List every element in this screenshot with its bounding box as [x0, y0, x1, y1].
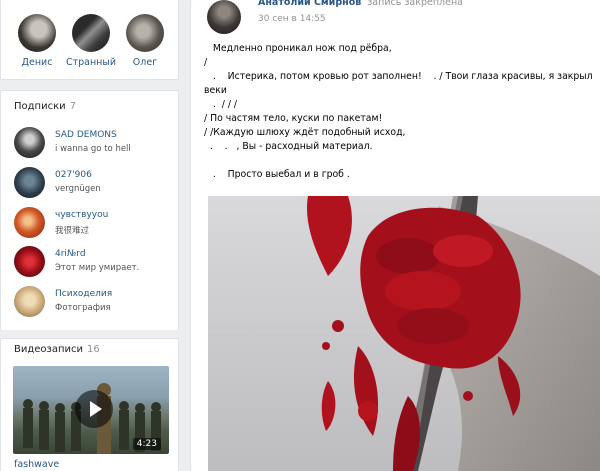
avatar[interactable] [14, 167, 45, 198]
subscription-name[interactable]: SAD DEMONS [55, 130, 117, 140]
post-image[interactable] [208, 196, 600, 471]
avatar[interactable] [14, 246, 45, 277]
subscription-status: vergnügen [55, 184, 101, 194]
subscriptions-header[interactable]: Подписки 7 [14, 101, 76, 112]
avatar[interactable] [14, 207, 45, 238]
post-text-line: веки [204, 85, 227, 96]
subscription-item[interactable]: чувствуyou 我很难过 [14, 207, 174, 239]
play-icon[interactable] [75, 390, 113, 428]
post-author-line: Анатолий Смирнов запись закреплена [258, 0, 463, 8]
friend-name[interactable]: Олег [119, 57, 171, 68]
videos-count: 16 [87, 344, 100, 355]
avatar[interactable] [126, 14, 164, 52]
avatar[interactable] [207, 0, 241, 34]
post-text-line: . Просто выебал и в гроб . [204, 169, 350, 180]
subscription-status: Этот мир умирает. [55, 263, 140, 273]
avatar[interactable] [14, 127, 45, 158]
post-text-line: . . , Вы - расходный материал. [204, 141, 373, 152]
post-text-line: . / / / [204, 99, 238, 110]
videos-block: Видеозаписи 16 4:23 fashwave [0, 338, 179, 471]
post-text-line [204, 154, 584, 168]
video-duration: 4:23 [132, 438, 161, 450]
subscription-name[interactable]: 027'906 [55, 170, 92, 180]
friend-name[interactable]: Странный [65, 57, 117, 68]
subscription-status: Фотография [55, 303, 111, 313]
subscription-item[interactable]: 4ri№rd Этот мир умирает. [14, 246, 174, 278]
subscription-item[interactable]: SAD DEMONS i wanna go to hell [14, 127, 174, 159]
videos-title[interactable]: Видеозаписи [14, 344, 83, 355]
avatar[interactable] [14, 286, 45, 317]
post-text: Медленно проникал нож под рёбра, / . Ист… [204, 42, 593, 182]
subscriptions-block: Подписки 7 SAD DEMONS i wanna go to hell … [0, 90, 179, 330]
friend-item[interactable]: Денис [11, 14, 63, 68]
subscriptions-count: 7 [69, 101, 77, 112]
avatar[interactable] [72, 14, 110, 52]
subscription-status: 我很难过 [55, 226, 90, 236]
subscription-name[interactable]: 4ri№rd [55, 249, 86, 259]
wall-post: Анатолий Смирнов запись закреплена 30 сен… [190, 0, 601, 471]
post-author-name[interactable]: Анатолий Смирнов [258, 0, 361, 8]
friend-item[interactable]: Странный [65, 14, 117, 68]
friends-block: Денис Странный Олег [0, 0, 179, 80]
subscription-name[interactable]: чувствуyou [55, 210, 108, 220]
post-text-line: . Истерика, потом кровью рот заполнен! .… [204, 71, 593, 82]
videos-header[interactable]: Видеозаписи 16 [14, 344, 100, 355]
video-thumbnail[interactable]: 4:23 [13, 366, 169, 454]
pinned-label: запись закреплена [367, 0, 463, 8]
subscription-item[interactable]: Психоделия Фотография [14, 286, 174, 318]
subscription-item[interactable]: 027'906 vergnügen [14, 167, 174, 199]
friend-name[interactable]: Денис [11, 57, 63, 68]
post-text-line: Медленно проникал нож под рёбра, [204, 43, 392, 54]
video-title[interactable]: fashwave [14, 459, 59, 470]
post-text-line: / По частям тело, куски по пакетам! [204, 113, 383, 124]
avatar[interactable] [18, 14, 56, 52]
post-text-line: / /Каждую шлюху ждёт подобный исход, [204, 127, 406, 138]
post-text-line: / [204, 57, 208, 68]
subscription-name[interactable]: Психоделия [55, 289, 112, 299]
post-date[interactable]: 30 сен в 14:55 [258, 14, 326, 24]
bloody-hand-knife-image [307, 196, 600, 471]
subscriptions-title[interactable]: Подписки [14, 101, 66, 112]
friend-item[interactable]: Олег [119, 14, 171, 68]
subscription-status: i wanna go to hell [55, 144, 131, 154]
